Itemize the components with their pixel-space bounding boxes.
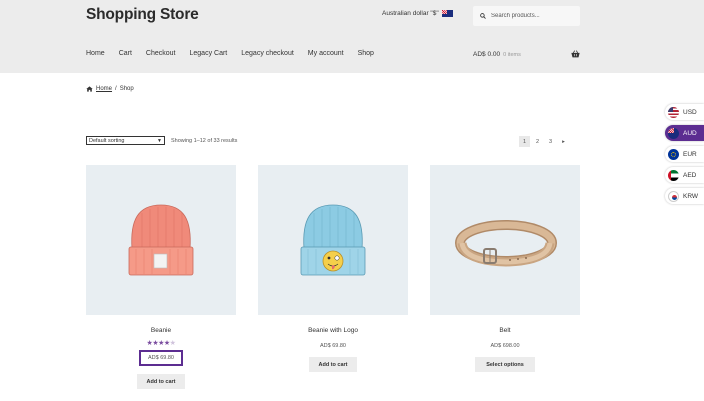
uae-flag-icon xyxy=(668,169,679,181)
currency-code: AED xyxy=(683,171,697,179)
product-price: AD$ 69.80 xyxy=(320,343,346,349)
page-1: 1 xyxy=(519,136,530,147)
star-icon: ★ xyxy=(169,340,176,347)
product-image[interactable] xyxy=(86,165,236,315)
nav-cart[interactable]: Cart xyxy=(119,50,132,57)
korea-flag-icon xyxy=(668,190,679,202)
currency-eur[interactable]: EUR xyxy=(665,146,704,162)
breadcrumb-current: Shop xyxy=(119,86,134,92)
pagination: 1 2 3 ▸ xyxy=(519,136,569,147)
add-to-cart-button[interactable]: Add to cart xyxy=(309,357,357,372)
product-name[interactable]: Belt xyxy=(430,327,580,334)
nav-home[interactable]: Home xyxy=(86,50,105,57)
breadcrumb-separator: / xyxy=(115,86,117,92)
eu-flag-icon xyxy=(668,148,679,160)
currency-code: USD xyxy=(683,108,697,116)
page-2[interactable]: 2 xyxy=(532,136,543,147)
currency-usd[interactable]: USD xyxy=(665,104,704,120)
product-card: Belt AD$ 698.00 Select options xyxy=(430,165,580,372)
search-box[interactable] xyxy=(473,6,580,26)
beanie-with-logo-image xyxy=(300,204,366,276)
sorting-select[interactable]: Default sorting ▼ xyxy=(86,136,165,145)
currency-aud[interactable]: AUD xyxy=(665,125,704,141)
australia-flag-icon xyxy=(441,10,453,17)
nav-shop[interactable]: Shop xyxy=(358,50,374,57)
beanie-image xyxy=(128,204,194,276)
currency-selector-label: Australian dollar "$" xyxy=(382,10,439,17)
product-card: Beanie ★ ★ ★ ★ ★ AD$ 69.80 Add to cart xyxy=(86,165,236,389)
sorting-value: Default sorting xyxy=(89,137,125,144)
home-icon xyxy=(86,86,93,92)
currency-switcher: USD AUD EUR AED KRW xyxy=(665,104,704,209)
belt-image xyxy=(455,220,557,267)
currency-code: AUD xyxy=(683,129,697,137)
search-input[interactable] xyxy=(491,13,576,19)
cart-total[interactable]: AD$ 0.00 0 items xyxy=(473,51,521,58)
nav-checkout[interactable]: Checkout xyxy=(146,50,176,57)
cart-amount: AD$ 0.00 xyxy=(473,51,501,58)
australia-flag-icon xyxy=(668,127,679,139)
product-name[interactable]: Beanie with Logo xyxy=(258,327,408,334)
select-options-button[interactable]: Select options xyxy=(475,357,535,372)
currency-code: EUR xyxy=(683,150,697,158)
add-to-cart-button[interactable]: Add to cart xyxy=(137,374,185,389)
currency-selector[interactable]: Australian dollar "$" xyxy=(382,10,453,17)
search-icon xyxy=(480,13,486,19)
nav-legacy-checkout[interactable]: Legacy checkout xyxy=(241,50,294,57)
star-rating: ★ ★ ★ ★ ★ xyxy=(86,339,236,347)
us-flag-icon xyxy=(668,106,679,118)
site-header: Shopping Store Australian dollar "$" Hom… xyxy=(0,0,704,73)
currency-aed[interactable]: AED xyxy=(665,167,704,183)
currency-krw[interactable]: KRW xyxy=(665,188,704,204)
product-price: AD$ 698.00 xyxy=(490,343,520,349)
product-name[interactable]: Beanie xyxy=(86,327,236,334)
next-page-icon[interactable]: ▸ xyxy=(558,136,569,147)
product-image[interactable] xyxy=(430,165,580,315)
cart-items-count: 0 items xyxy=(503,52,521,58)
currency-code: KRW xyxy=(683,192,699,200)
chevron-down-icon: ▼ xyxy=(157,137,162,144)
breadcrumb: Home / Shop xyxy=(86,86,134,92)
page-3[interactable]: 3 xyxy=(545,136,556,147)
product-price: AD$ 69.80 xyxy=(139,350,183,366)
product-card: Beanie with Logo AD$ 69.80 Add to cart xyxy=(258,165,408,372)
basket-icon[interactable] xyxy=(571,50,580,58)
nav-my-account[interactable]: My account xyxy=(308,50,344,57)
main-nav: Home Cart Checkout Legacy Cart Legacy ch… xyxy=(86,50,388,57)
breadcrumb-home[interactable]: Home xyxy=(96,86,112,92)
results-count: Showing 1–12 of 33 results xyxy=(171,138,238,144)
nav-legacy-cart[interactable]: Legacy Cart xyxy=(190,50,228,57)
product-image[interactable] xyxy=(258,165,408,315)
site-title[interactable]: Shopping Store xyxy=(86,6,199,24)
